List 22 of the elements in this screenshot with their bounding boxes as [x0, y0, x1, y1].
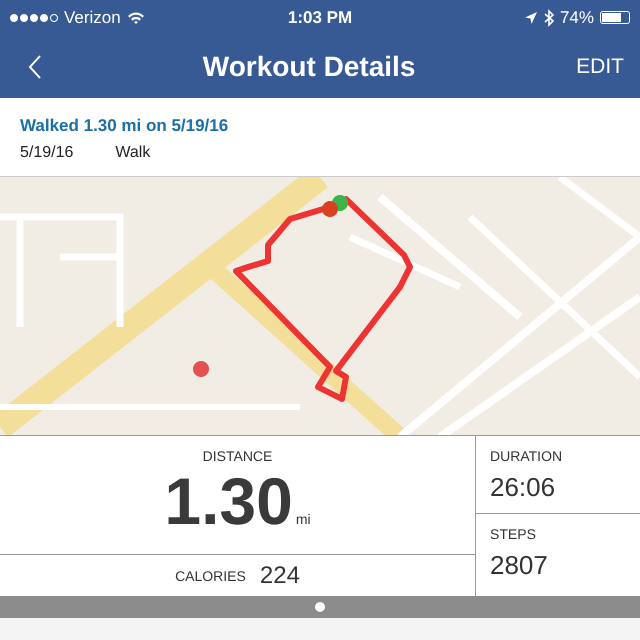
edit-button[interactable]: EDIT	[576, 54, 624, 78]
stat-label: DISTANCE	[202, 448, 272, 464]
workout-type: Walk	[115, 144, 150, 162]
workout-headline: Walked 1.30 mi on 5/19/16	[20, 116, 230, 136]
battery-percent: 74%	[560, 8, 594, 28]
back-button[interactable]	[28, 54, 42, 80]
distance-unit: mi	[296, 511, 311, 527]
stat-label: CALORIES	[175, 568, 246, 584]
screen-title: Workout Details	[202, 50, 416, 82]
workout-date: 5/19/16	[20, 144, 74, 162]
status-time: 1:03 PM	[288, 8, 352, 28]
wifi-icon	[126, 10, 145, 24]
location-arrow-icon	[524, 10, 538, 24]
page-dot[interactable]	[315, 602, 325, 612]
bluetooth-icon	[544, 8, 554, 26]
calories-value: 224	[260, 562, 300, 590]
carrier-name: Verizon	[64, 8, 121, 28]
stat-label: DURATION	[490, 448, 564, 464]
stat-value: 26:06	[490, 472, 556, 503]
stat-value: 2807	[490, 550, 549, 581]
distance-value: 1.30	[164, 468, 293, 534]
stat-label: STEPS	[490, 526, 537, 542]
